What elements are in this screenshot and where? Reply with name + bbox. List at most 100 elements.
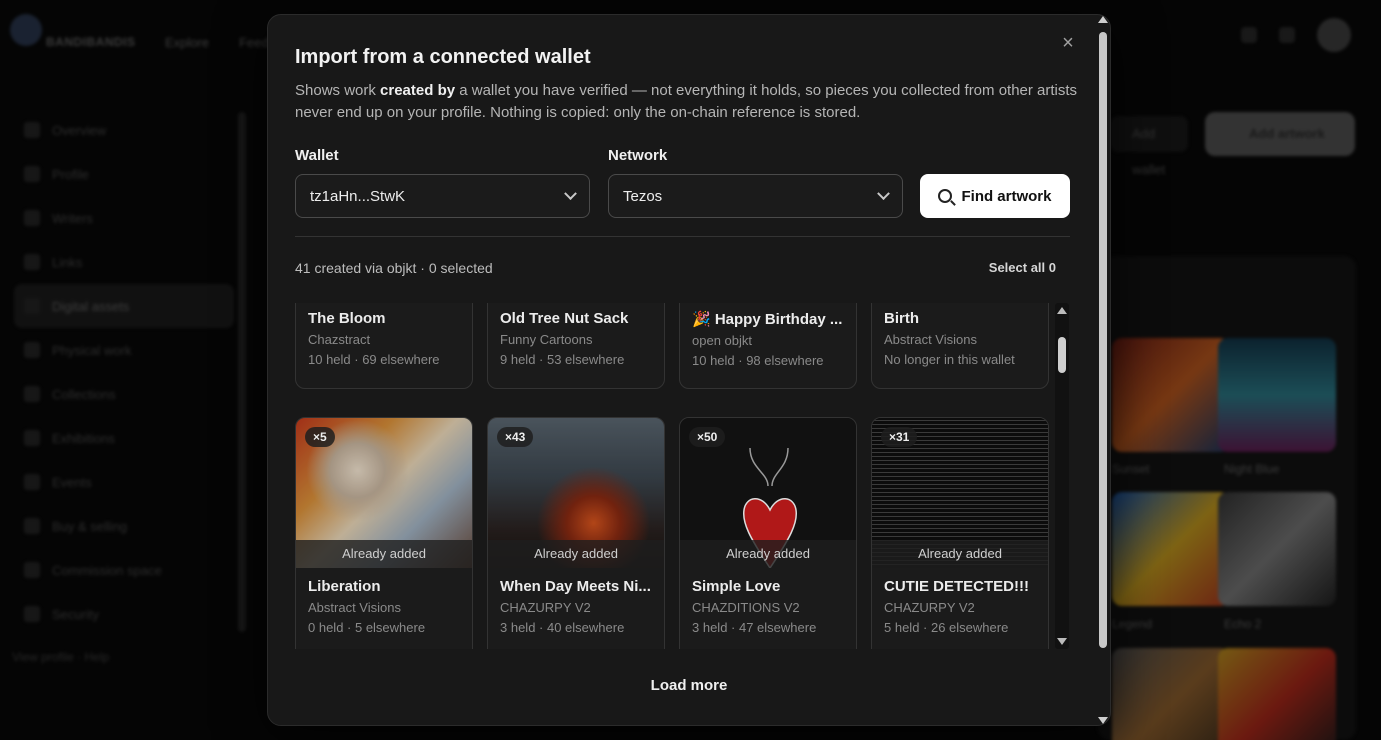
gallery-thumbnail[interactable] xyxy=(1218,648,1336,740)
scroll-down-icon[interactable] xyxy=(1057,638,1067,645)
avatar[interactable] xyxy=(1317,18,1351,52)
sidebar-item-label: Events xyxy=(52,474,92,490)
sidebar-item-label: Exhibitions xyxy=(52,430,115,446)
top-nav-explore[interactable]: Explore xyxy=(165,35,209,50)
profile-icon xyxy=(24,166,40,182)
gallery-caption: Sunset xyxy=(1112,462,1150,476)
scrollbar-thumb[interactable] xyxy=(1058,337,1066,373)
wallet-select-value: tz1aHn...StwK xyxy=(310,187,406,205)
artwork-collection: Funny Cartoons xyxy=(500,332,593,347)
already-added-label: Already added xyxy=(872,540,1048,568)
add-wallet-button[interactable]: Add wallet xyxy=(1110,116,1188,177)
sidebar-item-buy-selling[interactable]: Buy & selling xyxy=(14,504,234,548)
scrollbar-thumb[interactable] xyxy=(1099,32,1107,648)
sidebar-footer[interactable]: View profile · Help xyxy=(12,650,109,664)
sidebar-item-events[interactable]: Events xyxy=(14,460,234,504)
notification-icon[interactable] xyxy=(1241,27,1257,43)
gallery-thumbnail[interactable] xyxy=(1112,338,1230,452)
network-select-value: Tezos xyxy=(623,187,663,205)
grid-scrollbar[interactable] xyxy=(1055,303,1069,649)
sidebar-item-overview[interactable]: Overview xyxy=(14,108,234,152)
scroll-down-icon[interactable] xyxy=(1098,717,1108,724)
gallery-thumbnail[interactable] xyxy=(1112,492,1230,606)
sidebar-item-label: Security xyxy=(52,606,99,622)
sidebar-item-profile[interactable]: Profile xyxy=(14,152,234,196)
artwork-card[interactable]: ×5 Already added Liberation Abstract Vis… xyxy=(295,417,473,649)
gallery-thumbnail[interactable] xyxy=(1218,492,1336,606)
artwork-card[interactable]: ×43 Already added When Day Meets Ni... C… xyxy=(487,417,665,649)
edition-badge: ×43 xyxy=(497,427,534,447)
gallery-thumbnail[interactable] xyxy=(1218,338,1336,452)
artwork-card[interactable]: Birth Abstract Visions No longer in this… xyxy=(871,303,1049,389)
page-scrollbar[interactable] xyxy=(1097,16,1109,724)
sidebar-item-label: Profile xyxy=(52,166,89,182)
top-nav-feed[interactable]: Feed xyxy=(239,35,269,50)
sidebar-item-exhibitions[interactable]: Exhibitions xyxy=(14,416,234,460)
sidebar-item-label: Links xyxy=(52,254,83,270)
sidebar-item-security[interactable]: Security xyxy=(14,592,234,636)
artwork-title: CUTIE DETECTED!!! xyxy=(884,578,1029,595)
collections-icon xyxy=(24,386,40,402)
gallery-caption: Night Blue xyxy=(1224,462,1280,476)
add-artwork-button[interactable]: Add artwork xyxy=(1205,112,1355,156)
dialog-description: Shows work created by a wallet you have … xyxy=(295,80,1085,124)
find-artwork-label: Find artwork xyxy=(961,187,1052,205)
artwork-card[interactable]: ×31 Already added CUTIE DETECTED!!! CHAZ… xyxy=(871,417,1049,649)
artwork-holdings: 5 held · 26 elsewhere xyxy=(884,620,1009,635)
links-icon xyxy=(24,254,40,270)
artwork-holdings: 3 held · 40 elsewhere xyxy=(500,620,625,635)
sidebar-item-label: Commission space xyxy=(52,562,162,578)
sidebar-item-physical-work[interactable]: Physical work xyxy=(14,328,234,372)
sidebar-item-label: Writers xyxy=(52,210,93,226)
close-icon[interactable]: × xyxy=(1058,33,1078,53)
physical-work-icon xyxy=(24,342,40,358)
chevron-down-icon xyxy=(564,186,577,200)
settings-icon[interactable] xyxy=(1279,27,1295,43)
sidebar-item-label: Overview xyxy=(52,122,107,138)
artwork-thumbnail: ×43 Already added xyxy=(488,418,664,568)
artwork-card[interactable]: 🎉 Happy Birthday ... open objkt 10 held … xyxy=(679,303,857,389)
sidebar-item-collections[interactable]: Collections xyxy=(14,372,234,416)
artwork-collection: open objkt xyxy=(692,333,752,348)
sidebar-item-digital-assets[interactable]: Digital assets xyxy=(14,284,234,328)
find-artwork-button[interactable]: Find artwork xyxy=(920,174,1070,218)
shield-icon xyxy=(24,606,40,622)
artwork-card[interactable]: Old Tree Nut Sack Funny Cartoons 9 held … xyxy=(487,303,665,389)
gallery-caption: Legend xyxy=(1112,617,1153,631)
sidebar-item-label: Collections xyxy=(52,386,116,402)
select-all-button[interactable]: Select all 0 xyxy=(989,260,1056,275)
sidebar-item-writers[interactable]: Writers xyxy=(14,196,234,240)
artwork-holdings: 10 held · 98 elsewhere xyxy=(692,353,824,368)
artwork-card[interactable]: ×50 Already added Simple Love CHAZDITION… xyxy=(679,417,857,649)
gallery-thumbnail[interactable] xyxy=(1112,648,1230,740)
artwork-title: When Day Meets Ni... xyxy=(500,578,651,595)
divider xyxy=(295,236,1070,237)
already-added-label: Already added xyxy=(488,540,664,568)
artwork-holdings: 0 held · 5 elsewhere xyxy=(308,620,426,635)
sidebar-scrollbar[interactable] xyxy=(238,112,246,632)
gallery-caption: Echo 2 xyxy=(1224,617,1262,631)
dialog-title: Import from a connected wallet xyxy=(295,46,591,68)
artwork-collection: Chazstract xyxy=(308,332,371,347)
artwork-collection: Abstract Visions xyxy=(308,600,401,615)
sidebar-item-links[interactable]: Links xyxy=(14,240,234,284)
sidebar: Overview Profile Writers Links Digital a… xyxy=(14,108,234,636)
artwork-title: Simple Love xyxy=(692,578,781,595)
wallet-label: Wallet xyxy=(295,147,339,164)
edition-badge: ×31 xyxy=(881,427,918,447)
scroll-up-icon[interactable] xyxy=(1057,307,1067,314)
artwork-holdings: 10 held · 69 elsewhere xyxy=(308,352,440,367)
load-more-button[interactable]: Load more xyxy=(268,677,1110,694)
artwork-thumbnail: ×5 Already added xyxy=(296,418,472,568)
sidebar-item-commission[interactable]: Commission space xyxy=(14,548,234,592)
scroll-up-icon[interactable] xyxy=(1098,16,1108,23)
app-logo-icon xyxy=(10,14,42,46)
artwork-card[interactable]: The Bloom Chazstract 10 held · 69 elsewh… xyxy=(295,303,473,389)
wallet-select[interactable]: tz1aHn...StwK xyxy=(295,174,590,218)
artwork-holdings: 3 held · 47 elsewhere xyxy=(692,620,817,635)
sidebar-item-label: Digital assets xyxy=(52,298,130,314)
network-select[interactable]: Tezos xyxy=(608,174,903,218)
commission-icon xyxy=(24,562,40,578)
artwork-holdings: 9 held · 53 elsewhere xyxy=(500,352,625,367)
artwork-title: The Bloom xyxy=(308,310,386,327)
